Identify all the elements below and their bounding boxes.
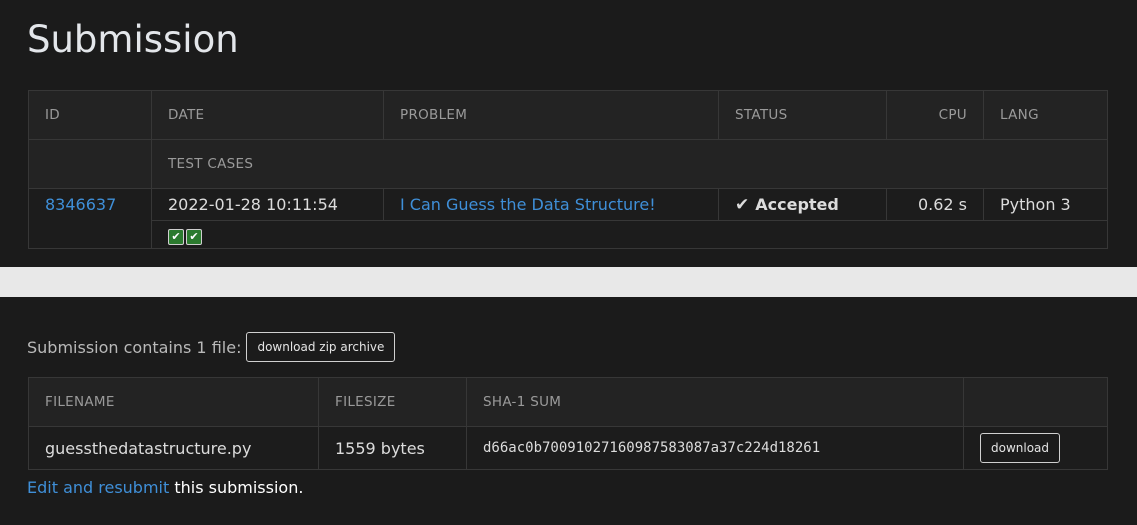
page-title: Submission [27,18,239,61]
header-problem: PROBLEM [383,90,719,140]
file-action-cell: download [963,426,1108,470]
header-lang: LANG [983,90,1108,140]
header-test-cases: TEST CASES [151,139,1108,189]
problem-cell: I Can Guess the Data Structure! [383,188,719,221]
resubmit-suffix: this submission. [169,478,304,497]
problem-link[interactable]: I Can Guess the Data Structure! [400,195,656,214]
resubmit-line: Edit and resubmit this submission. [27,478,303,497]
test-case-check-icon[interactable]: ✔ [168,228,184,245]
file-name: guessthedatastructure.py [28,426,319,470]
header-filesize: FILESIZE [318,377,467,427]
table-row: 8346637 2022-01-28 10:11:54 I Can Guess … [28,188,1108,249]
file-sha1: d66ac0b70091027160987583087a37c224d18261 [466,426,964,470]
file-size: 1559 bytes [318,426,467,470]
files-summary-text: Submission contains 1 file: [27,337,242,357]
submission-date: 2022-01-28 10:11:54 [151,188,384,221]
header-actions [963,377,1108,427]
table-row: guessthedatastructure.py 1559 bytes d66a… [28,426,1108,470]
header-cpu: CPU [886,90,984,140]
files-summary-line: Submission contains 1 file: download zip… [27,332,396,362]
header-filename: FILENAME [28,377,319,427]
download-zip-button[interactable]: download zip archive [246,332,396,362]
test-cases-row: ✔ ✔ [29,220,1108,249]
submission-id-cell: 8346637 [28,188,152,249]
header-status: STATUS [718,90,887,140]
table-subheader-row: TEST CASES [28,139,1108,189]
test-cases-cell: ✔ ✔ [151,220,1108,249]
language: Python 3 [983,188,1108,221]
download-file-button[interactable]: download [980,433,1061,463]
submission-id-link[interactable]: 8346637 [45,195,116,214]
table-header-row: ID DATE PROBLEM STATUS CPU LANG [28,90,1108,140]
table-header-row: FILENAME FILESIZE SHA-1 SUM [28,377,1108,427]
header-sha1: SHA-1 SUM [466,377,964,427]
submission-table: ID DATE PROBLEM STATUS CPU LANG TEST CAS… [28,90,1108,249]
cpu-time: 0.62 s [886,188,984,221]
header-date: DATE [151,90,384,140]
check-icon: ✔ [735,194,750,215]
header-id: ID [28,90,152,140]
test-case-check-icon[interactable]: ✔ [186,228,202,245]
header-id-spacer [28,139,152,189]
status-cell: ✔ Accepted [718,188,887,221]
files-table: FILENAME FILESIZE SHA-1 SUM guessthedata… [28,377,1108,470]
edit-resubmit-link[interactable]: Edit and resubmit [27,478,169,497]
status-text: Accepted [755,194,839,214]
